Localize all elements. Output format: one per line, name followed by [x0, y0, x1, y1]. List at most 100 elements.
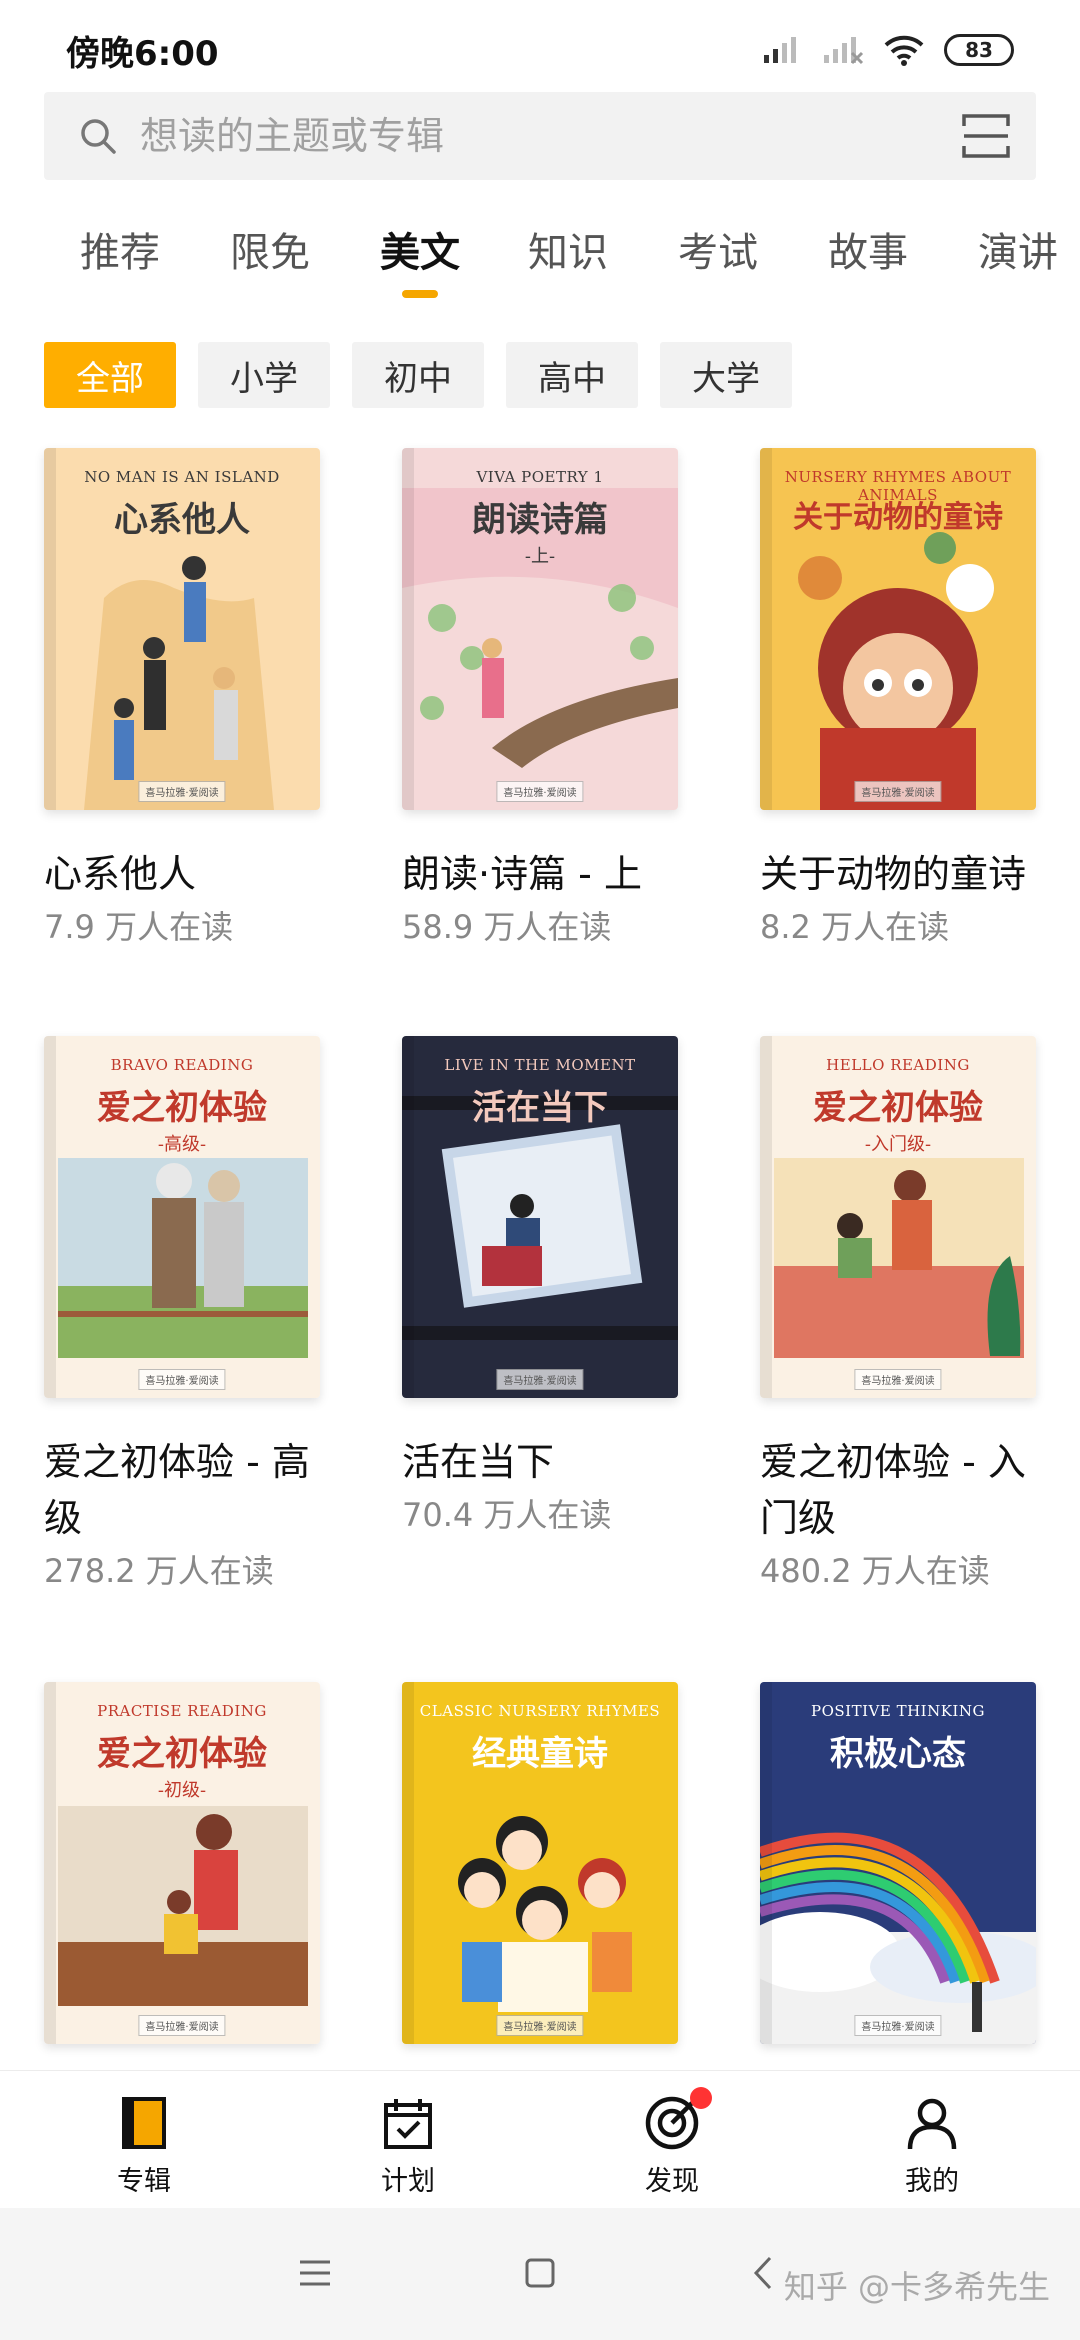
chip-junior[interactable]: 初中	[352, 342, 484, 408]
calendar-check-icon	[378, 2093, 438, 2153]
nav-album[interactable]: 专辑	[64, 2093, 224, 2198]
cover-subtitle: -入门级-	[864, 1134, 932, 1155]
reader-count: 278.2 万人在读	[44, 1552, 274, 1590]
category-tabs: 推荐 限免 美文 知识 考试 故事 演讲	[0, 220, 1080, 310]
reader-count: 7.9 万人在读	[44, 908, 234, 946]
book-card[interactable]: BRAVO READING 爱之初体验 -高级- 喜马拉雅·爱阅读 爱之初体验 …	[44, 1036, 320, 1596]
nav-plan-label: 计划	[381, 2166, 435, 2197]
battery-indicator: 83	[944, 34, 1014, 66]
book-cover[interactable]: PRACTISE READING 爱之初体验 -初级- 喜马拉雅·爱阅读	[44, 1682, 320, 2044]
cover-publisher-badge: 喜马拉雅·爱阅读	[496, 2015, 584, 2036]
cover-chinese-title: 爱之初体验	[97, 1734, 267, 1774]
nav-profile[interactable]: 我的	[852, 2093, 1012, 2198]
cover-english-title: HELLO READING	[826, 1056, 970, 1074]
home-icon[interactable]	[515, 2248, 565, 2298]
status-bar: 傍晚6:00 83	[0, 0, 1080, 90]
cover-english-title: BRAVO READING	[110, 1056, 254, 1074]
book-title[interactable]: 关于动物的童诗	[760, 846, 1036, 902]
search-input[interactable]	[140, 92, 900, 180]
tab-essay[interactable]: 美文	[380, 220, 460, 310]
reader-count: 70.4 万人在读	[402, 1496, 612, 1534]
book-title[interactable]: 活在当下	[402, 1434, 678, 1490]
tab-recommend[interactable]: 推荐	[80, 220, 160, 310]
search-icon	[81, 119, 116, 154]
tab-story[interactable]: 故事	[828, 220, 908, 310]
status-icons: 83	[762, 30, 1014, 70]
person-icon	[902, 2093, 962, 2153]
cover-subtitle: -高级-	[157, 1134, 207, 1155]
chip-primary[interactable]: 小学	[198, 342, 330, 408]
cover-english-title: NO MAN IS AN ISLAND	[84, 468, 280, 486]
chip-college[interactable]: 大学	[660, 342, 792, 408]
cover-publisher-badge: 喜马拉雅·爱阅读	[138, 781, 226, 802]
level-filter-chips: 全部 小学 初中 高中 大学	[44, 342, 792, 408]
book-card[interactable]: VIVA POETRY 1 朗读诗篇 -上- 喜马拉雅·爱阅读 朗读·诗篇 - …	[402, 448, 678, 952]
signal-icon	[764, 37, 796, 63]
target-icon	[642, 2087, 712, 2153]
book-card[interactable]: HELLO READING 爱之初体验 -入门级- 喜马拉雅·爱阅读 爱之初体验…	[760, 1036, 1036, 1596]
signal-off-icon	[824, 37, 864, 65]
reader-count: 8.2 万人在读	[760, 908, 950, 946]
cover-chinese-title: 积极心态	[830, 1734, 966, 1774]
watermark: 知乎 @卡多希先生	[783, 2268, 1050, 2306]
book-cover[interactable]: NO MAN IS AN ISLAND 心系他人 喜马拉雅·爱阅读	[44, 448, 320, 810]
book-card[interactable]: NURSERY RHYMES ABOUT ANIMALS 关于动物的童诗 喜马拉…	[760, 448, 1036, 952]
scan-icon[interactable]	[960, 110, 1012, 162]
book-cover[interactable]: HELLO READING 爱之初体验 -入门级- 喜马拉雅·爱阅读	[760, 1036, 1036, 1398]
book-card[interactable]: PRACTISE READING 爱之初体验 -初级- 喜马拉雅·爱阅读	[44, 1682, 320, 2044]
notification-dot	[690, 2087, 712, 2109]
active-tab-indicator	[402, 290, 438, 298]
cover-publisher-badge: 喜马拉雅·爱阅读	[138, 2015, 226, 2036]
cover-chinese-title: 心系他人	[114, 500, 250, 540]
cover-publisher-badge: 喜马拉雅·爱阅读	[496, 781, 584, 802]
book-card[interactable]: LIVE IN THE MOMENT 活在当下 喜马拉雅·爱阅读 活在当下 70…	[402, 1036, 678, 1540]
bottom-navigation: 专辑 计划 发现 我的	[0, 2070, 1080, 2208]
book-cover[interactable]: NURSERY RHYMES ABOUT ANIMALS 关于动物的童诗 喜马拉…	[760, 448, 1036, 810]
tab-speech[interactable]: 演讲	[978, 220, 1058, 310]
chip-senior[interactable]: 高中	[506, 342, 638, 408]
nav-discover-label: 发现	[645, 2166, 699, 2197]
nav-profile-label: 我的	[905, 2166, 959, 2197]
nav-discover[interactable]: 发现	[592, 2087, 752, 2198]
nav-plan[interactable]: 计划	[328, 2093, 488, 2198]
tab-exam[interactable]: 考试	[678, 220, 758, 310]
tab-knowledge[interactable]: 知识	[528, 220, 608, 310]
book-title[interactable]: 爱之初体验 - 高级	[44, 1434, 320, 1546]
search-bar[interactable]	[44, 92, 1036, 180]
album-icon	[114, 2093, 174, 2153]
book-card[interactable]: NO MAN IS AN ISLAND 心系他人 喜马拉雅·爱阅读 心系他人 7…	[44, 448, 320, 952]
cover-english-title: VIVA POETRY 1	[476, 468, 604, 486]
book-title[interactable]: 朗读·诗篇 - 上	[402, 846, 678, 902]
book-card[interactable]: CLASSIC NURSERY RHYMES 经典童诗 喜马拉雅·爱阅读	[402, 1682, 678, 2044]
cover-subtitle: -初级-	[157, 1780, 207, 1801]
back-icon[interactable]	[740, 2248, 790, 2298]
menu-icon[interactable]	[290, 2248, 340, 2298]
cover-english-title: POSITIVE THINKING	[811, 1702, 985, 1720]
book-cover[interactable]: BRAVO READING 爱之初体验 -高级- 喜马拉雅·爱阅读	[44, 1036, 320, 1398]
cover-chinese-title: 经典童诗	[472, 1734, 608, 1774]
cover-chinese-title: 爱之初体验	[97, 1088, 267, 1128]
book-cover[interactable]: LIVE IN THE MOMENT 活在当下 喜马拉雅·爱阅读	[402, 1036, 678, 1398]
book-cover[interactable]: VIVA POETRY 1 朗读诗篇 -上- 喜马拉雅·爱阅读	[402, 448, 678, 810]
wifi-icon	[884, 35, 924, 66]
cover-chinese-title: 朗读诗篇	[472, 500, 608, 540]
cover-publisher-badge: 喜马拉雅·爱阅读	[854, 1369, 942, 1390]
tab-free[interactable]: 限免	[230, 220, 310, 310]
cover-english-title: LIVE IN THE MOMENT	[444, 1056, 636, 1074]
cover-publisher-badge: 喜马拉雅·爱阅读	[854, 2015, 942, 2036]
book-title[interactable]: 爱之初体验 - 入门级	[760, 1434, 1036, 1546]
cover-chinese-title: 活在当下	[472, 1088, 608, 1128]
nav-album-label: 专辑	[117, 2166, 171, 2197]
cover-english-title: CLASSIC NURSERY RHYMES	[419, 1702, 661, 1720]
chip-all[interactable]: 全部	[44, 342, 176, 408]
reader-count: 58.9 万人在读	[402, 908, 612, 946]
cover-subtitle: -上-	[524, 546, 556, 567]
cover-publisher-badge: 喜马拉雅·爱阅读	[854, 781, 942, 802]
cover-chinese-title: 关于动物的童诗	[793, 500, 1003, 535]
book-cover[interactable]: CLASSIC NURSERY RHYMES 经典童诗 喜马拉雅·爱阅读	[402, 1682, 678, 2044]
status-time: 傍晚6:00	[66, 34, 219, 74]
book-card[interactable]: POSITIVE THINKING 积极心态 喜马拉雅·爱阅读	[760, 1682, 1036, 2044]
book-title[interactable]: 心系他人	[44, 846, 320, 902]
cover-publisher-badge: 喜马拉雅·爱阅读	[496, 1369, 584, 1390]
book-cover[interactable]: POSITIVE THINKING 积极心态 喜马拉雅·爱阅读	[760, 1682, 1036, 2044]
